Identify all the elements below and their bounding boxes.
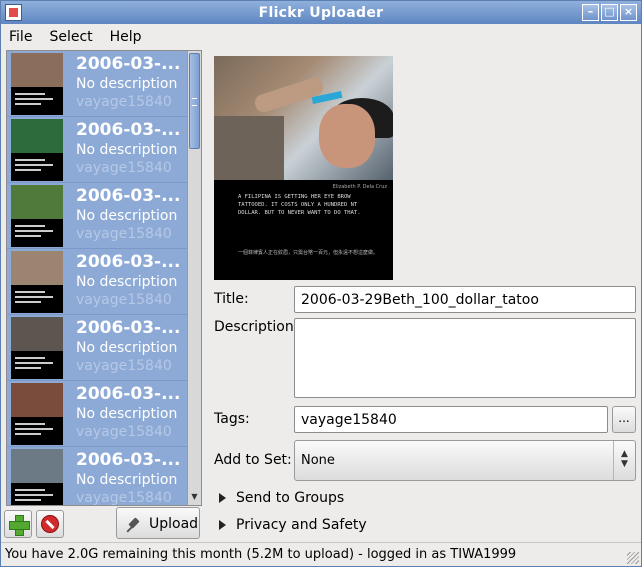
photo-description: No description bbox=[76, 208, 178, 224]
close-button[interactable]: × bbox=[620, 4, 637, 21]
set-select-value: None bbox=[301, 453, 335, 468]
photo-thumbnail bbox=[11, 185, 63, 247]
expander-arrow-icon bbox=[219, 493, 226, 503]
menu-bar: File Select Help bbox=[1, 25, 641, 49]
photo-date: 2006-03-... bbox=[76, 120, 181, 140]
menu-help[interactable]: Help bbox=[110, 29, 142, 45]
menu-file[interactable]: File bbox=[9, 29, 32, 45]
remove-icon bbox=[41, 515, 59, 533]
pane-splitter[interactable] bbox=[204, 50, 208, 540]
thumbnail-picture bbox=[11, 317, 63, 351]
photo-date: 2006-03-... bbox=[76, 384, 181, 404]
photo-description: No description bbox=[76, 76, 178, 92]
maximize-button[interactable]: □ bbox=[601, 4, 618, 21]
scrollbar-thumb[interactable] bbox=[189, 53, 200, 149]
thumbnail-picture bbox=[11, 53, 63, 87]
photo-list-item[interactable]: 2006-03-... No description vayage15840 bbox=[7, 249, 189, 315]
upload-button[interactable]: Upload bbox=[116, 507, 200, 539]
upload-button-label: Upload bbox=[149, 516, 199, 532]
photo-tags: vayage15840 bbox=[76, 160, 172, 176]
photo-tags: vayage15840 bbox=[76, 490, 172, 506]
photo-date: 2006-03-... bbox=[76, 318, 181, 338]
photo-thumbnail bbox=[11, 119, 63, 181]
plug-icon bbox=[126, 516, 142, 532]
photo-thumbnail bbox=[11, 383, 63, 445]
preview-credit: Elizabeth P. Dela Cruz bbox=[332, 184, 387, 190]
photo-tags: vayage15840 bbox=[76, 226, 172, 242]
photo-date: 2006-03-... bbox=[76, 54, 181, 74]
resize-grip-icon[interactable] bbox=[627, 552, 639, 564]
description-label: Description: bbox=[214, 319, 299, 335]
photo-list-item[interactable]: 2006-03-... No description vayage15840 bbox=[7, 315, 189, 381]
tags-browse-button[interactable]: ... bbox=[612, 406, 636, 433]
photo-list-item[interactable]: 2006-03-... No description vayage15840 bbox=[7, 447, 189, 506]
tags-label: Tags: bbox=[214, 411, 250, 427]
photo-description: No description bbox=[76, 406, 178, 422]
menu-select[interactable]: Select bbox=[49, 29, 92, 45]
preview-caption-cn: 一個菲律賓人正在紋眉，只需台幣一百元，但永遠不想這麼做。 bbox=[238, 250, 379, 256]
photo-thumbnail bbox=[11, 449, 63, 505]
photo-list-scrollbar[interactable]: ▼ bbox=[187, 51, 201, 505]
photo-thumbnail bbox=[11, 53, 63, 115]
thumbnail-picture bbox=[11, 185, 63, 219]
photo-list-item[interactable]: 2006-03-... No description vayage15840 bbox=[7, 183, 189, 249]
send-to-groups-expander[interactable]: Send to Groups bbox=[219, 490, 344, 506]
thumbnail-picture bbox=[11, 251, 63, 285]
photo-tags: vayage15840 bbox=[76, 424, 172, 440]
thumbnail-picture bbox=[11, 383, 63, 417]
privacy-safety-label: Privacy and Safety bbox=[236, 517, 367, 533]
thumbnail-picture bbox=[11, 449, 63, 483]
plus-icon bbox=[9, 515, 30, 536]
photo-tags: vayage15840 bbox=[76, 292, 172, 308]
photo-list-item[interactable]: 2006-03-... No description vayage15840 bbox=[7, 381, 189, 447]
photo-list-item[interactable]: 2006-03-... No description vayage15840 bbox=[7, 117, 189, 183]
photo-description: No description bbox=[76, 142, 178, 158]
photo-date: 2006-03-... bbox=[76, 252, 181, 272]
title-bar: Flickr Uploader – □ × bbox=[1, 1, 641, 24]
photo-date: 2006-03-... bbox=[76, 186, 181, 206]
scroll-down-arrow-icon[interactable]: ▼ bbox=[189, 491, 200, 503]
photo-description: No description bbox=[76, 274, 178, 290]
minimize-button[interactable]: – bbox=[582, 4, 599, 21]
app-window: Flickr Uploader – □ × File Select Help 2… bbox=[0, 0, 642, 567]
set-label: Add to Set: bbox=[214, 452, 292, 468]
description-input[interactable] bbox=[294, 318, 636, 398]
send-to-groups-label: Send to Groups bbox=[236, 490, 345, 506]
title-input[interactable] bbox=[294, 286, 636, 313]
photo-date: 2006-03-... bbox=[76, 450, 181, 470]
preview-caption: A FILIPINA IS GETTING HER EYE BROW TATTO… bbox=[238, 194, 361, 216]
add-photos-button[interactable] bbox=[4, 510, 32, 538]
photo-description: No description bbox=[76, 472, 178, 488]
remove-photos-button[interactable] bbox=[36, 510, 64, 538]
window-title: Flickr Uploader bbox=[258, 4, 384, 21]
photo-list[interactable]: 2006-03-... No description vayage15840 2… bbox=[6, 50, 202, 506]
privacy-safety-expander[interactable]: Privacy and Safety bbox=[219, 517, 367, 533]
status-text: You have 2.0G remaining this month (5.2M… bbox=[5, 547, 517, 562]
tags-input[interactable] bbox=[294, 406, 608, 433]
photo-thumbnail bbox=[11, 251, 63, 313]
status-bar: You have 2.0G remaining this month (5.2M… bbox=[1, 542, 641, 566]
photo-description: No description bbox=[76, 340, 178, 356]
set-select[interactable]: None ▲ ▼ bbox=[294, 440, 636, 481]
photo-list-item[interactable]: 2006-03-... No description vayage15840 bbox=[7, 51, 189, 117]
updown-arrows-icon: ▲ ▼ bbox=[613, 441, 635, 480]
expander-arrow-icon bbox=[219, 520, 226, 530]
photo-tags: vayage15840 bbox=[76, 94, 172, 110]
photo-thumbnail bbox=[11, 317, 63, 379]
title-label: Title: bbox=[214, 291, 249, 307]
photo-tags: vayage15840 bbox=[76, 358, 172, 374]
photo-preview: Elizabeth P. Dela Cruz A FILIPINA IS GET… bbox=[214, 56, 393, 280]
thumbnail-picture bbox=[11, 119, 63, 153]
